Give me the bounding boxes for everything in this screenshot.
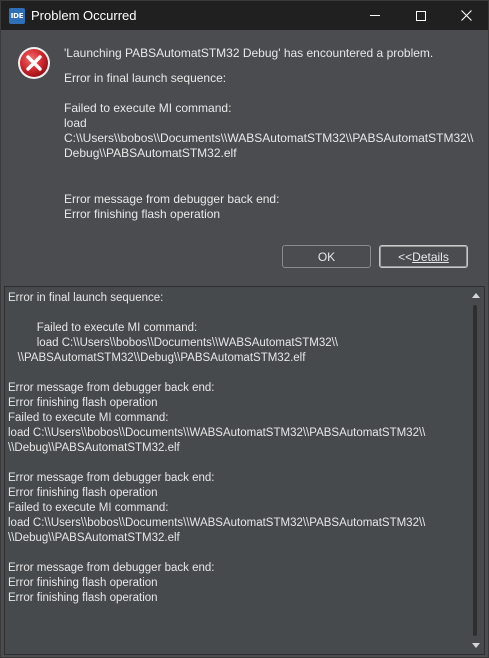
- minimize-button[interactable]: [352, 1, 398, 30]
- ok-button[interactable]: OK: [282, 245, 371, 268]
- details-button-prefix: <<: [398, 249, 413, 264]
- error-backend-message: Error message from debugger back end: Er…: [64, 192, 280, 221]
- details-button[interactable]: << Details: [379, 245, 468, 268]
- error-headline: 'Launching PABSAutomatSTM32 Debug' has e…: [64, 46, 434, 60]
- ide-icon: IDE: [9, 8, 25, 24]
- details-text-area[interactable]: Error in final launch sequence: Failed t…: [4, 286, 485, 655]
- maximize-icon: [416, 10, 426, 21]
- window-title: Problem Occurred: [31, 8, 137, 23]
- scrollbar-thumb[interactable]: [473, 305, 477, 636]
- details-scrollbar[interactable]: [470, 289, 482, 652]
- error-command: Failed to execute MI command: load C:\\U…: [64, 101, 474, 160]
- maximize-button[interactable]: [398, 1, 444, 30]
- close-button[interactable]: [443, 1, 489, 30]
- problem-dialog: IDE Problem Occurred 'Launching PABSAuto…: [0, 0, 489, 658]
- minimize-icon: [370, 15, 380, 16]
- error-summary: Error in final launch sequence:: [64, 71, 227, 85]
- scroll-down-icon[interactable]: [472, 643, 480, 648]
- scroll-up-icon[interactable]: [472, 293, 480, 298]
- error-icon: [18, 47, 50, 79]
- close-icon: [460, 10, 472, 21]
- details-button-label: Details: [412, 249, 449, 264]
- title-bar[interactable]: IDE Problem Occurred: [1, 1, 488, 30]
- details-text: Error in final launch sequence: Failed t…: [8, 292, 426, 604]
